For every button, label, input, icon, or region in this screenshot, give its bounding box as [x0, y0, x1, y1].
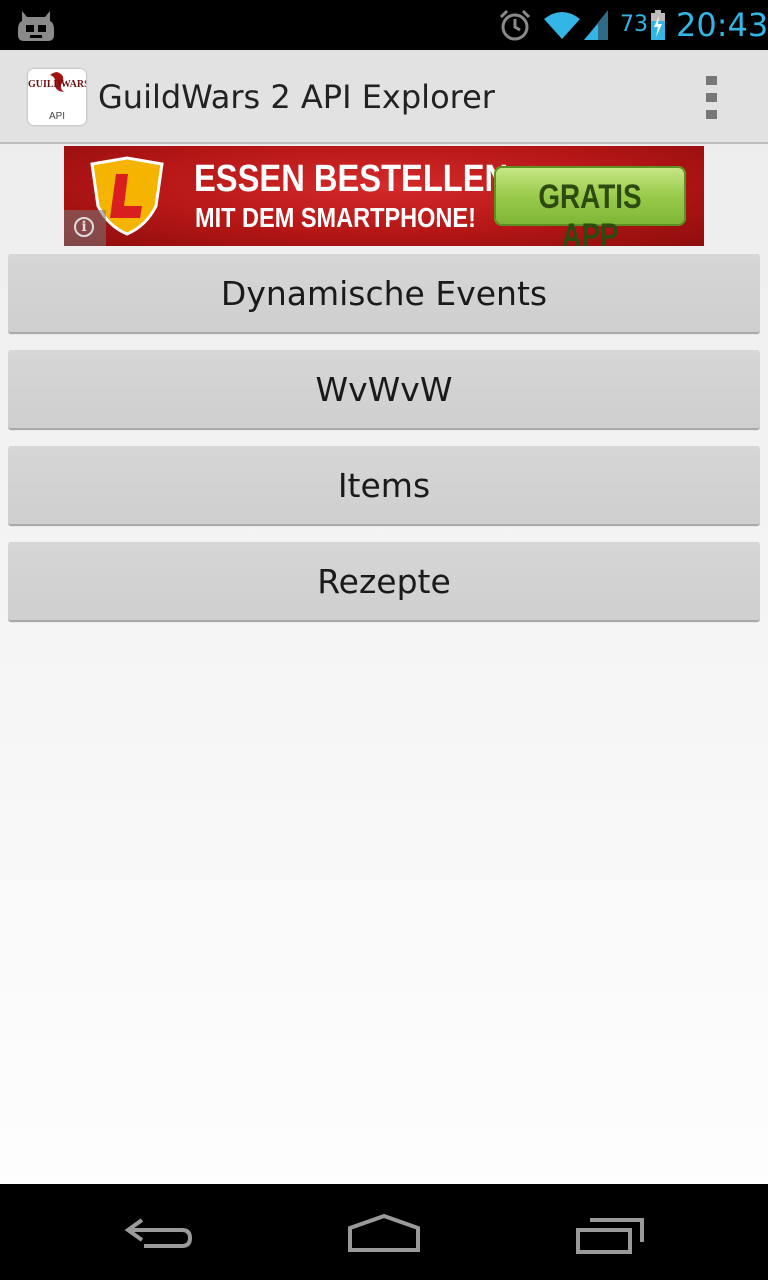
app-icon-badge: API — [48, 111, 66, 122]
info-icon[interactable]: i — [64, 210, 106, 246]
items-button[interactable]: Items — [8, 446, 760, 526]
ad-subline: MIT DEM SMARTPHONE! — [195, 202, 476, 233]
ad-cta-label: GRATIS APP — [538, 178, 642, 246]
wifi-icon — [544, 12, 580, 39]
cyanogenmod-icon — [18, 11, 54, 41]
ad-headline: ESSEN BESTELLEN — [194, 158, 509, 200]
clock: 20:43 — [676, 6, 768, 44]
cell-signal-icon — [584, 10, 608, 40]
recipes-button[interactable]: Rezepte — [8, 542, 760, 622]
status-bar: 73 20:43 — [0, 0, 768, 50]
battery-charging-icon — [651, 10, 665, 40]
ad-banner[interactable]: ESSEN BESTELLEN MIT DEM SMARTPHONE! GRAT… — [64, 146, 704, 246]
recent-apps-icon[interactable] — [574, 1216, 646, 1256]
home-icon[interactable] — [346, 1212, 422, 1254]
ad-cta-button[interactable]: GRATIS APP — [494, 166, 686, 246]
navigation-bar — [0, 1184, 768, 1280]
app-logo-text: GUILDWARS — [28, 79, 86, 90]
app-icon[interactable]: GUILDWARS API — [28, 69, 86, 125]
back-icon[interactable] — [124, 1214, 196, 1254]
action-bar: GUILDWARS API GuildWars 2 API Explorer — [0, 50, 768, 144]
battery-percent: 73 — [620, 12, 648, 37]
overflow-menu-icon[interactable] — [700, 76, 724, 120]
wvwvw-button[interactable]: WvWvW — [8, 350, 760, 430]
dynamic-events-button[interactable]: Dynamische Events — [8, 254, 760, 334]
alarm-icon — [499, 9, 531, 41]
app-title: GuildWars 2 API Explorer — [98, 78, 495, 116]
